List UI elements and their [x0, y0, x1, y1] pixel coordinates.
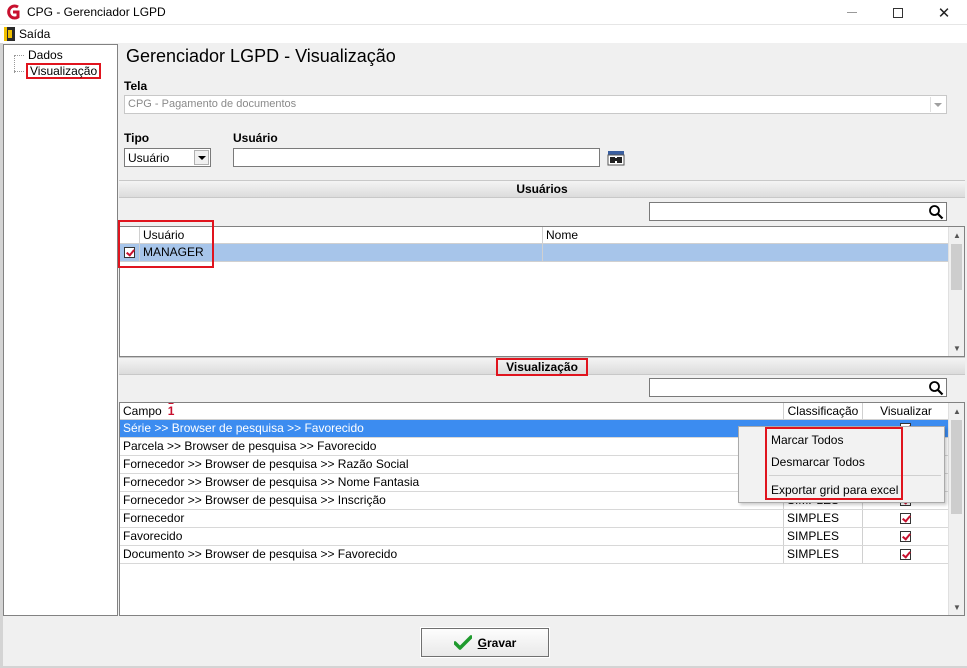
users-grid-scrollbar[interactable]: ▲ ▼ — [948, 227, 964, 356]
navigation-tree: Dados Visualização — [3, 44, 118, 616]
users-section-title: Usuários — [516, 182, 568, 196]
tela-select: CPG - Pagamento de documentos — [124, 95, 947, 114]
cell-visualizar — [863, 528, 949, 545]
usuario-input[interactable] — [233, 148, 600, 167]
tree-item-label: Visualização — [26, 63, 102, 79]
menu-exit[interactable]: Saída — [4, 26, 50, 42]
scroll-up-icon[interactable]: ▲ — [949, 403, 964, 419]
cell-classificacao: SIMPLES — [784, 546, 863, 563]
column-header-nome[interactable]: Nome — [543, 227, 949, 244]
binoculars-search-icon[interactable] — [607, 150, 625, 166]
window-title: CPG - Gerenciador LGPD — [27, 5, 166, 19]
cell-visualizar — [863, 510, 949, 527]
cell-campo: Fornecedor >> Browser de pesquisa >> Raz… — [120, 456, 784, 473]
table-row[interactable]: Fornecedor SIMPLES — [120, 510, 949, 528]
scroll-down-icon[interactable]: ▼ — [949, 340, 964, 356]
cell-campo: Fornecedor >> Browser de pesquisa >> Ins… — [120, 492, 784, 509]
users-grid-header: Usuário Nome — [120, 227, 949, 244]
highlight-box — [118, 220, 214, 268]
save-button-label: Gravar — [477, 635, 517, 650]
view-section-title: Visualização — [496, 358, 588, 376]
view-grid-scrollbar[interactable]: ▲ ▼ — [948, 403, 964, 615]
cell-campo: Favorecido — [120, 528, 784, 545]
table-row[interactable]: MANAGER — [120, 244, 949, 262]
minimize-icon — [847, 12, 857, 13]
cell-campo: Fornecedor >> Browser de pesquisa >> Nom… — [120, 474, 784, 491]
tree-item-dados[interactable]: Dados — [14, 48, 65, 62]
minimize-button[interactable] — [829, 0, 875, 25]
checkmark-icon — [453, 634, 472, 650]
cell-campo: Fornecedor — [120, 510, 784, 527]
close-button[interactable]: ✕ — [921, 0, 967, 25]
cell-visualizar — [863, 546, 949, 563]
tree-item-visualizacao[interactable]: Visualização — [14, 63, 102, 79]
sort-indicator-icon: 1 — [167, 404, 175, 418]
users-section-header: Usuários — [119, 180, 965, 198]
table-row[interactable]: Documento >> Browser de pesquisa >> Favo… — [120, 546, 949, 564]
chevron-down-icon[interactable] — [194, 150, 209, 165]
close-icon: ✕ — [937, 4, 951, 22]
visualizar-checkbox[interactable] — [900, 531, 911, 542]
tree-item-label: Dados — [28, 48, 63, 62]
view-grid-header: Campo 1 Classificação Visualizar — [120, 403, 949, 420]
users-search-input[interactable] — [649, 202, 947, 221]
table-row[interactable]: Favorecido SIMPLES — [120, 528, 949, 546]
maximize-button[interactable] — [875, 0, 921, 25]
maximize-icon — [893, 7, 903, 18]
column-header-campo-label: Campo — [123, 404, 162, 418]
tela-label: Tela — [124, 79, 148, 93]
usuario-label: Usuário — [233, 131, 278, 145]
title-bar: CPG - Gerenciador LGPD ✕ — [0, 0, 967, 25]
chevron-down-icon — [930, 97, 945, 112]
view-section-header: Visualização — [119, 357, 965, 376]
menu-exit-label: Saída — [19, 27, 51, 41]
view-search-input[interactable] — [649, 378, 947, 397]
scroll-down-icon[interactable]: ▼ — [949, 599, 964, 615]
column-header-visualizar[interactable]: Visualizar — [863, 403, 949, 420]
page-title: Gerenciador LGPD - Visualização — [126, 46, 396, 66]
cell-campo: Documento >> Browser de pesquisa >> Favo… — [120, 546, 784, 563]
column-header-classificacao[interactable]: Classificação — [784, 403, 863, 420]
menu-bar: Saída — [0, 25, 967, 43]
save-button[interactable]: Gravar — [420, 627, 550, 658]
scroll-thumb[interactable] — [951, 244, 962, 290]
cell-campo: Série >> Browser de pesquisa >> Favoreci… — [120, 420, 784, 437]
cell-classificacao: SIMPLES — [784, 510, 863, 527]
cell-campo: Parcela >> Browser de pesquisa >> Favore… — [120, 438, 784, 455]
tipo-select-value: Usuário — [128, 151, 170, 165]
visualizar-checkbox[interactable] — [900, 513, 911, 524]
users-grid: Usuário Nome MANAGER ▲ ▼ — [119, 226, 965, 357]
highlight-box — [765, 427, 903, 500]
app-logo-icon — [7, 4, 20, 20]
visualizar-checkbox[interactable] — [900, 549, 911, 560]
exit-door-icon — [4, 27, 15, 41]
cell-nome — [543, 244, 949, 261]
tipo-select[interactable]: Usuário — [124, 148, 211, 167]
tela-select-value: CPG - Pagamento de documentos — [128, 98, 297, 110]
scroll-thumb[interactable] — [951, 420, 962, 514]
cell-classificacao: SIMPLES — [784, 528, 863, 545]
search-icon[interactable] — [928, 204, 944, 220]
tipo-label: Tipo — [124, 131, 150, 145]
column-header-campo[interactable]: Campo 1 — [120, 403, 784, 420]
search-icon[interactable] — [928, 380, 944, 396]
scroll-up-icon[interactable]: ▲ — [949, 227, 964, 243]
